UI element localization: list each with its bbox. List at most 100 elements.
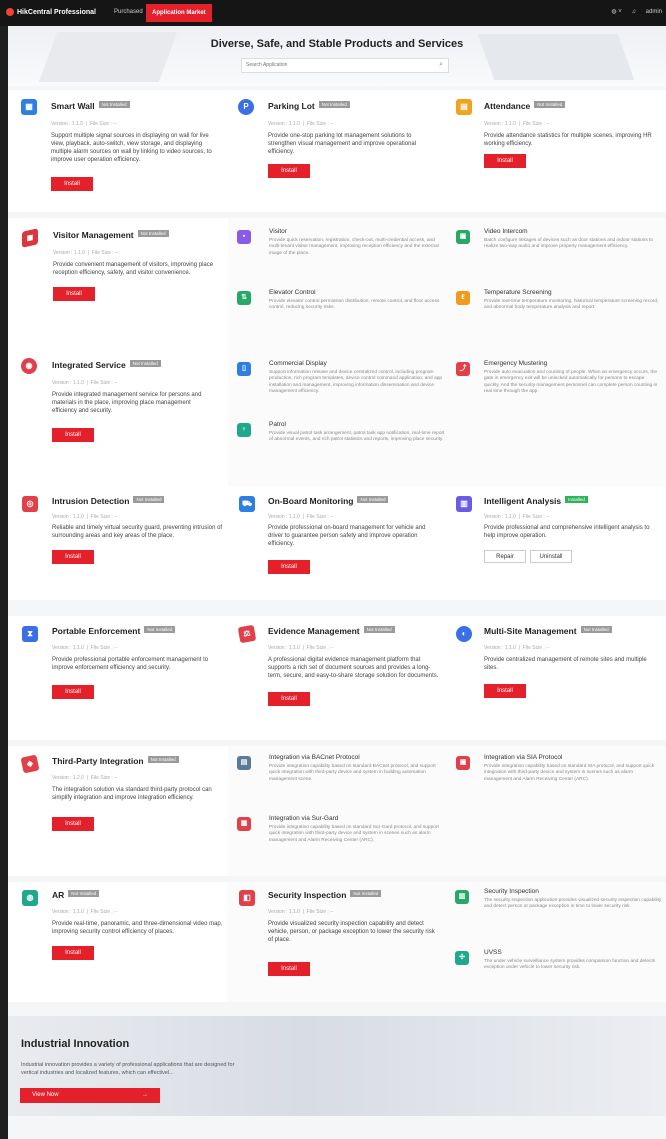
evidence-icon: ⚖ — [237, 624, 257, 644]
app-row: ◈ Third-Party Integration Not Installed V… — [8, 746, 666, 876]
install-button[interactable]: Install — [52, 428, 94, 442]
smart-wall-icon: ▦ — [21, 99, 37, 115]
search-icon[interactable]: ⌕ — [439, 61, 443, 69]
install-button[interactable]: Install — [268, 164, 310, 178]
sub-app-title[interactable]: Temperature Screening — [484, 289, 552, 296]
sub-app-description: The under vehicle surveillance system pr… — [484, 959, 656, 971]
app-card-evidence-management[interactable]: ⚖ Evidence Management Not Installed Versi… — [227, 616, 446, 740]
app-card-parking-lot[interactable]: P Parking Lot Not Installed Version : 1.1… — [227, 90, 446, 212]
visitor-icon: ◼ — [22, 228, 38, 248]
app-row: ◎ Intrusion Detection Not Installed Versi… — [8, 486, 666, 600]
sub-app-title[interactable]: Security Inspection — [484, 888, 539, 895]
sub-app-title[interactable]: Commercial Display — [269, 360, 327, 367]
app-card-security-inspection[interactable]: ◧ Security Inspection Not Installed Versi… — [227, 882, 446, 1002]
app-title: Smart Wall Not Installed — [51, 101, 130, 111]
analysis-icon: ▥ — [456, 496, 472, 512]
security-inspection-icon: ◧ — [239, 890, 255, 906]
sub-app-description: Batch configure linkages of devices such… — [484, 238, 654, 250]
sub-app-title[interactable]: Integration via BACnet Protocol — [269, 754, 360, 761]
status-badge: Not Installed — [580, 626, 612, 633]
sub-app-title[interactable]: Visitor — [269, 228, 287, 235]
uninstall-button[interactable]: Uninstall — [530, 550, 572, 563]
sub-app-description: Provide auto evacuation and counting of … — [484, 370, 658, 394]
app-card-attendance[interactable]: ▤ Attendance Not Installed Version : 1.1.… — [446, 90, 666, 212]
repair-button[interactable]: Repair — [484, 550, 526, 563]
app-card-intrusion-detection[interactable]: ◎ Intrusion Detection Not Installed Versi… — [8, 486, 227, 600]
install-button[interactable]: Install — [51, 177, 93, 191]
app-card-multi-site-management[interactable]: ◐ Multi-Site Management Not Installed Ver… — [446, 616, 666, 740]
sub-app-description: Provide elevator control permission dist… — [269, 299, 440, 311]
app-meta: Version : 1.1.0 | File Size : -- — [268, 121, 334, 127]
calendar-icon: ▤ — [456, 99, 472, 115]
app-card-intelligent-analysis[interactable]: ▥ Intelligent Analysis Installed Version … — [446, 486, 666, 600]
app-card-integrated-service[interactable]: ◉ Integrated Service Not Installed Versio… — [8, 348, 223, 486]
app-card-on-board-monitoring[interactable]: ⛟ On-Board Monitoring Not Installed Versi… — [227, 486, 446, 600]
patrol-icon: ♀ — [237, 423, 251, 437]
app-meta: Version : 1.1.0 | File Size : -- — [268, 645, 334, 651]
app-card-ar[interactable]: ◍ AR Not Installed Version : 1.1.0 | File… — [8, 882, 227, 1002]
app-logo[interactable]: HikCentral Professional — [6, 8, 96, 16]
app-name: HikCentral Professional — [17, 8, 96, 16]
app-card-visitor-management[interactable]: ◼ Visitor Management Not Installed Versio… — [8, 218, 223, 360]
install-button[interactable]: Install — [52, 550, 94, 564]
status-badge: Not Installed — [350, 890, 382, 897]
industrial-description: Industrial innovation provides a variety… — [21, 1062, 235, 1076]
app-title: Integrated Service Not Installed — [52, 360, 161, 370]
install-button[interactable]: Install — [268, 962, 310, 976]
view-now-button[interactable]: View Now → — [20, 1088, 160, 1103]
install-button[interactable]: Install — [52, 817, 94, 831]
inspection-icon: ▥ — [455, 890, 469, 904]
app-meta: Version : 1.1.0 | File Size : -- — [268, 909, 334, 915]
bell-icon[interactable]: ♫ — [631, 9, 636, 15]
app-description: Provide one-stop parking lot management … — [268, 133, 417, 155]
sub-app-title[interactable]: Elevator Control — [269, 289, 316, 296]
install-button[interactable]: Install — [484, 684, 526, 698]
app-meta: Version : 1.1.0 | File Size : -- — [51, 121, 117, 127]
status-badge: Not Installed — [363, 626, 395, 633]
install-button[interactable]: Install — [484, 154, 526, 168]
status-badge: Not Installed — [318, 101, 350, 108]
user-name[interactable]: admin — [646, 9, 662, 15]
sub-app-title[interactable]: Video Intercom — [484, 228, 528, 235]
search-box[interactable]: ⌕ — [241, 58, 449, 73]
install-button[interactable]: Install — [52, 685, 94, 699]
integrated-service-icon: ◉ — [21, 358, 37, 374]
sub-app-title[interactable]: Integration via SIA Protocol — [484, 754, 562, 761]
app-description: A professional digital evidence manageme… — [268, 657, 439, 679]
globe-icon[interactable]: ◍ ˅ — [611, 9, 621, 15]
app-row: ◼ Visitor Management Not Installed Versio… — [8, 218, 666, 360]
install-button[interactable]: Install — [268, 692, 310, 706]
install-button[interactable]: Install — [52, 946, 94, 960]
sub-app-title[interactable]: UVSS — [484, 949, 502, 956]
status-badge: Not Installed — [147, 756, 179, 763]
app-title: Third-Party Integration Not Installed — [52, 756, 179, 766]
view-now-label: View Now — [32, 1092, 59, 1098]
install-button[interactable]: Install — [268, 560, 310, 574]
app-title: Parking Lot Not Installed — [268, 101, 350, 111]
app-card-portable-enforcement[interactable]: ⧗ Portable Enforcement Not Installed Vers… — [8, 616, 227, 740]
sub-app-title[interactable]: Integration via Sur-Gard — [269, 815, 338, 822]
thermometer-icon: ℓ — [456, 291, 470, 305]
sub-app-title[interactable]: Patrol — [269, 421, 286, 428]
app-title: Visitor Management Not Installed — [53, 230, 169, 240]
status-badge: Not Installed — [68, 890, 100, 897]
status-badge: Not Installed — [357, 496, 389, 503]
app-description: Provide professional portable enforcemen… — [52, 657, 209, 671]
app-card-smart-wall[interactable]: ▦ Smart Wall Not Installed Version : 1.1.… — [8, 90, 227, 212]
parking-icon: P — [238, 99, 254, 115]
app-description: Provide visualized security inspection c… — [268, 921, 435, 943]
app-card-third-party-integration[interactable]: ◈ Third-Party Integration Not Installed V… — [8, 746, 223, 876]
nav-purchased[interactable]: Purchased — [114, 9, 143, 15]
top-right-tools: ◍ ˅ ♫ admin — [603, 8, 662, 15]
sub-app-group: ▯ Commercial Display Support information… — [228, 348, 666, 486]
sub-app-description: Provide quick reservation, registration,… — [269, 238, 439, 256]
nav-application-market[interactable]: Application Market — [146, 4, 212, 22]
sia-icon: ▣ — [456, 756, 470, 770]
app-meta: Version : 1.2.0 | File Size : -- — [52, 775, 118, 781]
install-button[interactable]: Install — [53, 287, 95, 301]
app-meta: Version : 1.1.0 | File Size : -- — [484, 121, 550, 127]
app-title: Portable Enforcement Not Installed — [52, 626, 176, 636]
banner-title: Diverse, Safe, and Stable Products and S… — [210, 38, 464, 50]
sub-app-title[interactable]: Emergency Mustering — [484, 360, 547, 367]
search-input[interactable] — [242, 59, 430, 70]
